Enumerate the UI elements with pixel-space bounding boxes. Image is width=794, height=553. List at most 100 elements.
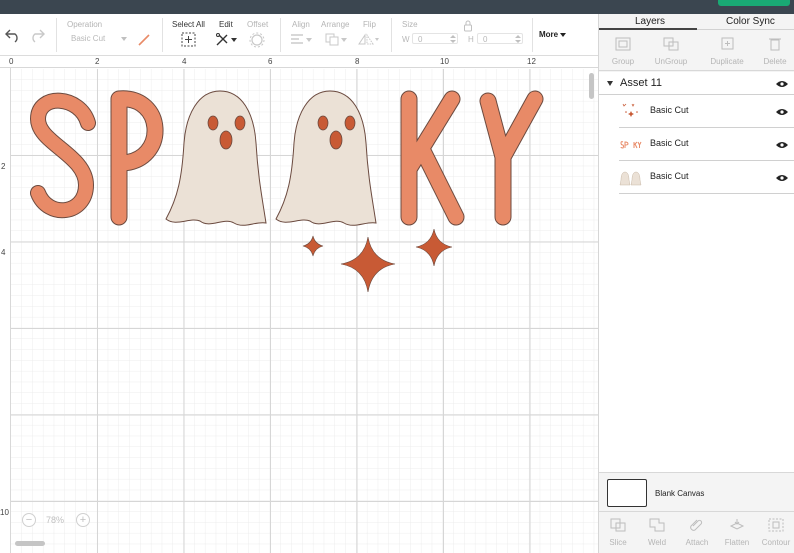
flatten-button[interactable]: Flatten (717, 512, 757, 552)
duplicate-icon (721, 37, 734, 50)
layer-label: Basic Cut (650, 138, 689, 148)
eye-icon[interactable] (776, 174, 788, 182)
tab-layers[interactable]: Layers (635, 16, 665, 27)
toolbar-divider (532, 18, 533, 52)
caret-down-icon (560, 32, 567, 37)
width-input[interactable]: 0 (412, 33, 458, 44)
group-icon (615, 37, 631, 51)
offset-icon[interactable] (249, 32, 265, 48)
attach-label: Attach (685, 538, 709, 547)
zoom-out-button[interactable]: − (22, 513, 36, 527)
slice-icon (610, 518, 626, 532)
trash-icon (769, 38, 781, 51)
star-small[interactable] (302, 235, 324, 257)
group-button[interactable]: Group (599, 31, 647, 71)
letters-thumbnail (620, 141, 642, 149)
height-input[interactable]: 0 (477, 33, 523, 44)
slice-button[interactable]: Slice (599, 512, 637, 552)
delete-label: Delete (763, 57, 787, 66)
horizontal-scrollbar[interactable] (15, 541, 45, 546)
chevron-down-icon (121, 37, 127, 41)
tab-color-sync[interactable]: Color Sync (726, 16, 775, 27)
toolbar-divider (56, 18, 57, 52)
combine-actions: Slice Weld Attach Flatten Contour (599, 511, 794, 553)
make-it-button[interactable] (718, 0, 790, 6)
width-value: 0 (418, 35, 423, 44)
stepper-icon[interactable] (450, 35, 456, 43)
height-value: 0 (483, 35, 488, 44)
active-tab-indicator (599, 28, 697, 30)
delete-button[interactable]: Delete (751, 31, 794, 71)
lock-icon[interactable] (463, 20, 473, 32)
spooky-artwork[interactable] (0, 57, 598, 553)
layer-label: Basic Cut (650, 171, 689, 181)
flip-label: Flip (363, 20, 376, 29)
star-large[interactable] (340, 236, 396, 293)
zoom-control: − 78% + (18, 510, 98, 530)
undo-icon[interactable] (4, 25, 22, 43)
design-canvas[interactable]: 0 2 4 6 8 10 12 2 4 10 − 78% + (0, 57, 598, 553)
layer-row[interactable]: Basic Cut (619, 162, 794, 194)
arrange-icon[interactable] (325, 33, 347, 46)
align-icon[interactable] (290, 33, 312, 46)
eye-icon[interactable] (776, 141, 788, 149)
stepper-icon[interactable] (515, 35, 521, 43)
layer-row[interactable]: Basic Cut (619, 129, 794, 161)
flatten-label: Flatten (724, 538, 750, 547)
contour-label: Contour (761, 538, 791, 547)
layer-group-row[interactable]: Asset 11 (599, 72, 794, 95)
operation-label: Operation (67, 20, 103, 29)
weld-icon (649, 518, 665, 532)
layer-actions: Group UnGroup Duplicate Delete (599, 31, 794, 71)
offset-label: Offset (247, 20, 269, 29)
select-all-icon[interactable] (181, 32, 196, 47)
paperclip-icon (690, 519, 703, 531)
star-medium[interactable] (415, 228, 453, 267)
vertical-scrollbar[interactable] (589, 73, 594, 99)
select-all-label: Select All (172, 20, 205, 29)
attach-button[interactable]: Attach (677, 512, 717, 552)
edit-label: Edit (219, 20, 233, 29)
toolbar-divider (391, 18, 392, 52)
blank-canvas-swatch[interactable] (607, 479, 647, 507)
eye-icon[interactable] (776, 80, 788, 88)
caret-down-icon[interactable] (607, 81, 613, 86)
arrange-label: Arrange (321, 20, 350, 29)
group-label: Group (611, 57, 635, 66)
contour-button[interactable]: Contour (757, 512, 794, 552)
operation-select[interactable]: Basic Cut (67, 33, 129, 44)
ghost-right[interactable] (275, 90, 377, 226)
ungroup-button[interactable]: UnGroup (647, 31, 695, 71)
ungroup-label: UnGroup (654, 57, 688, 66)
toolbar-divider (280, 18, 281, 52)
flatten-icon (729, 519, 745, 530)
flip-icon[interactable] (358, 33, 380, 46)
letter-k[interactable] (400, 90, 465, 226)
stars-thumbnail (622, 103, 638, 117)
ghosts-thumbnail (619, 171, 642, 186)
ungroup-icon (663, 37, 679, 51)
letter-y[interactable] (479, 90, 544, 226)
layer-group-title: Asset 11 (620, 77, 662, 89)
operation-value: Basic Cut (71, 34, 106, 43)
contour-icon (768, 518, 784, 532)
blank-canvas-row[interactable]: Blank Canvas (599, 472, 794, 512)
panel-tabs: Layers Color Sync (599, 14, 794, 30)
more-label: More (539, 30, 559, 39)
eye-icon[interactable] (776, 108, 788, 116)
layers-panel: Layers Color Sync Group UnGroup Duplicat… (598, 14, 794, 553)
ghost-left[interactable] (165, 90, 267, 226)
layer-row[interactable]: Basic Cut (619, 96, 794, 128)
edit-tools-icon[interactable] (215, 32, 237, 47)
top-header-bar (0, 0, 794, 14)
design-space-app: Operation Basic Cut Select All Edit Offs… (0, 0, 794, 553)
toolbar-divider (162, 18, 163, 52)
height-prefix: H (468, 35, 474, 44)
slice-label: Slice (609, 538, 627, 547)
zoom-in-button[interactable]: + (76, 513, 90, 527)
weld-button[interactable]: Weld (637, 512, 677, 552)
redo-icon[interactable] (28, 25, 46, 43)
duplicate-button[interactable]: Duplicate (703, 31, 751, 71)
pen-slash-icon[interactable] (136, 32, 152, 48)
more-button[interactable]: More (539, 30, 567, 39)
